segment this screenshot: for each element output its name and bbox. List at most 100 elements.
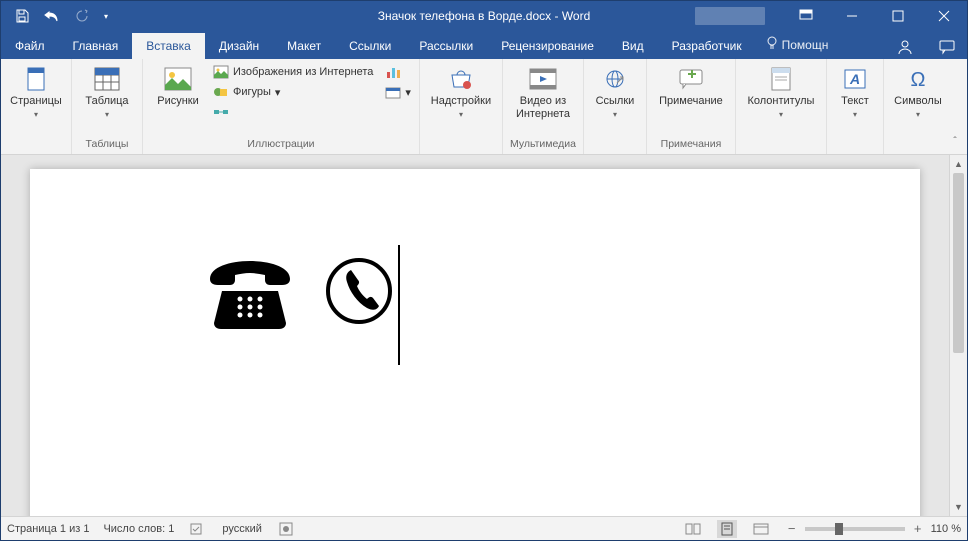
tab-view[interactable]: Вид [608,33,658,59]
collapse-ribbon-button[interactable]: ˆ [947,136,963,152]
web-layout-button[interactable] [751,520,771,538]
group-headerfooter: Колонтитулы ▾ [736,59,827,154]
page-viewport[interactable] [1,155,949,516]
svg-text:A: A [849,71,860,87]
headerfooter-button[interactable]: Колонтитулы ▾ [742,63,820,121]
chart-icon [385,64,401,80]
comment-button[interactable]: Примечание [653,63,729,110]
tab-layout[interactable]: Макет [273,33,335,59]
shapes-button[interactable]: Фигуры ▾ [211,83,375,101]
links-button[interactable]: Ссылки ▾ [590,63,640,121]
zoom-in-button[interactable]: + [911,521,925,536]
ribbon-tabs: Файл Главная Вставка Дизайн Макет Ссылки… [1,31,967,59]
scroll-down-button[interactable]: ▼ [950,498,967,516]
group-pages: Страницы ▾ [1,59,72,154]
symbols-button[interactable]: Ω Символы ▾ [890,63,946,121]
group-pages-label [7,148,65,152]
chevron-down-icon: ▾ [853,110,857,119]
title-bar: ▾ Значок телефона в Ворде.docx - Word [1,1,967,31]
phone-handset-icon [324,256,394,329]
tab-references[interactable]: Ссылки [335,33,405,59]
macro-record-icon[interactable] [276,520,296,538]
chevron-down-icon: ▾ [916,110,920,119]
zoom-knob[interactable] [835,523,843,535]
zoom-level[interactable]: 110 % [931,523,961,535]
redo-button[interactable] [69,4,95,28]
status-language[interactable]: русский [222,523,261,535]
tab-file[interactable]: Файл [1,33,59,59]
print-layout-button[interactable] [717,520,737,538]
tab-home[interactable]: Главная [59,33,133,59]
addins-button[interactable]: Надстройки ▾ [426,63,496,121]
read-mode-button[interactable] [683,520,703,538]
zoom-slider[interactable] [805,527,905,531]
tab-insert[interactable]: Вставка [132,33,205,59]
chevron-down-icon: ▾ [275,86,281,99]
status-words[interactable]: Число слов: 1 [103,523,174,535]
phone-icon [200,251,300,334]
store-icon [447,65,475,93]
group-headerfooter-label [742,148,820,152]
picture-icon [164,65,192,93]
document-page[interactable] [30,169,920,516]
chevron-down-icon: ▾ [34,110,38,119]
screenshot-button[interactable]: ▾ [383,83,413,101]
group-links-label [590,148,640,152]
undo-button[interactable] [39,4,65,28]
zoom-out-button[interactable]: − [785,521,799,536]
account-area[interactable] [695,7,765,25]
status-page[interactable]: Страница 1 из 1 [7,523,89,535]
online-pictures-label: Изображения из Интернета [233,66,373,78]
text-button[interactable]: A Текст ▾ [833,63,877,121]
maximize-button[interactable] [875,1,921,31]
headerfooter-label: Колонтитулы [747,95,814,108]
tab-review[interactable]: Рецензирование [487,33,608,59]
shapes-icon [213,84,229,100]
spellcheck-icon[interactable] [188,520,208,538]
group-media-label: Мультимедиа [509,136,577,152]
comments-pane-button[interactable] [935,35,959,59]
page-content [200,251,394,334]
group-media: Видео из Интернета Мультимедиа [503,59,584,154]
addins-label: Надстройки [431,95,491,108]
smartart-button[interactable] [211,103,375,121]
header-icon [767,65,795,93]
group-comments-label: Примечания [653,136,729,152]
tell-me-button[interactable]: Помощн [756,30,839,59]
screenshot-icon [385,84,401,100]
word-window: ▾ Значок телефона в Ворде.docx - Word Фа… [0,0,968,541]
qat-customize-button[interactable]: ▾ [99,4,113,28]
vertical-scrollbar[interactable]: ▲ ▼ [949,155,967,516]
title-bar-right [695,1,967,31]
chart-button[interactable] [383,63,413,81]
pages-button[interactable]: Страницы ▾ [7,63,65,121]
group-tables: Таблица ▾ Таблицы [72,59,143,154]
online-video-button[interactable]: Видео из Интернета [509,63,577,123]
chevron-down-icon: ▾ [105,110,109,119]
tab-mailings[interactable]: Рассылки [405,33,487,59]
group-text: A Текст ▾ [827,59,884,154]
tab-developer[interactable]: Разработчик [658,33,756,59]
status-bar: Страница 1 из 1 Число слов: 1 русский − … [1,516,967,540]
group-text-label [833,148,877,152]
pictures-button[interactable]: Рисунки [149,63,207,110]
ribbon: Страницы ▾ Таблица ▾ Таблицы Рисунки [1,59,967,155]
tab-design[interactable]: Дизайн [205,33,273,59]
scroll-up-button[interactable]: ▲ [950,155,967,173]
comment-label: Примечание [659,95,723,108]
online-picture-icon [213,64,229,80]
text-label: Текст [841,95,869,108]
close-button[interactable] [921,1,967,31]
quick-access-toolbar: ▾ [1,4,113,28]
group-addins: Надстройки ▾ [420,59,503,154]
scroll-thumb[interactable] [953,173,964,353]
minimize-button[interactable] [829,1,875,31]
share-button[interactable] [893,35,917,59]
online-pictures-button[interactable]: Изображения из Интернета [211,63,375,81]
ribbon-options-button[interactable] [783,1,829,31]
group-comments: Примечание Примечания [647,59,736,154]
page-icon [22,65,50,93]
tell-me-label: Помощн [782,38,829,52]
table-button[interactable]: Таблица ▾ [78,63,136,121]
save-button[interactable] [9,4,35,28]
